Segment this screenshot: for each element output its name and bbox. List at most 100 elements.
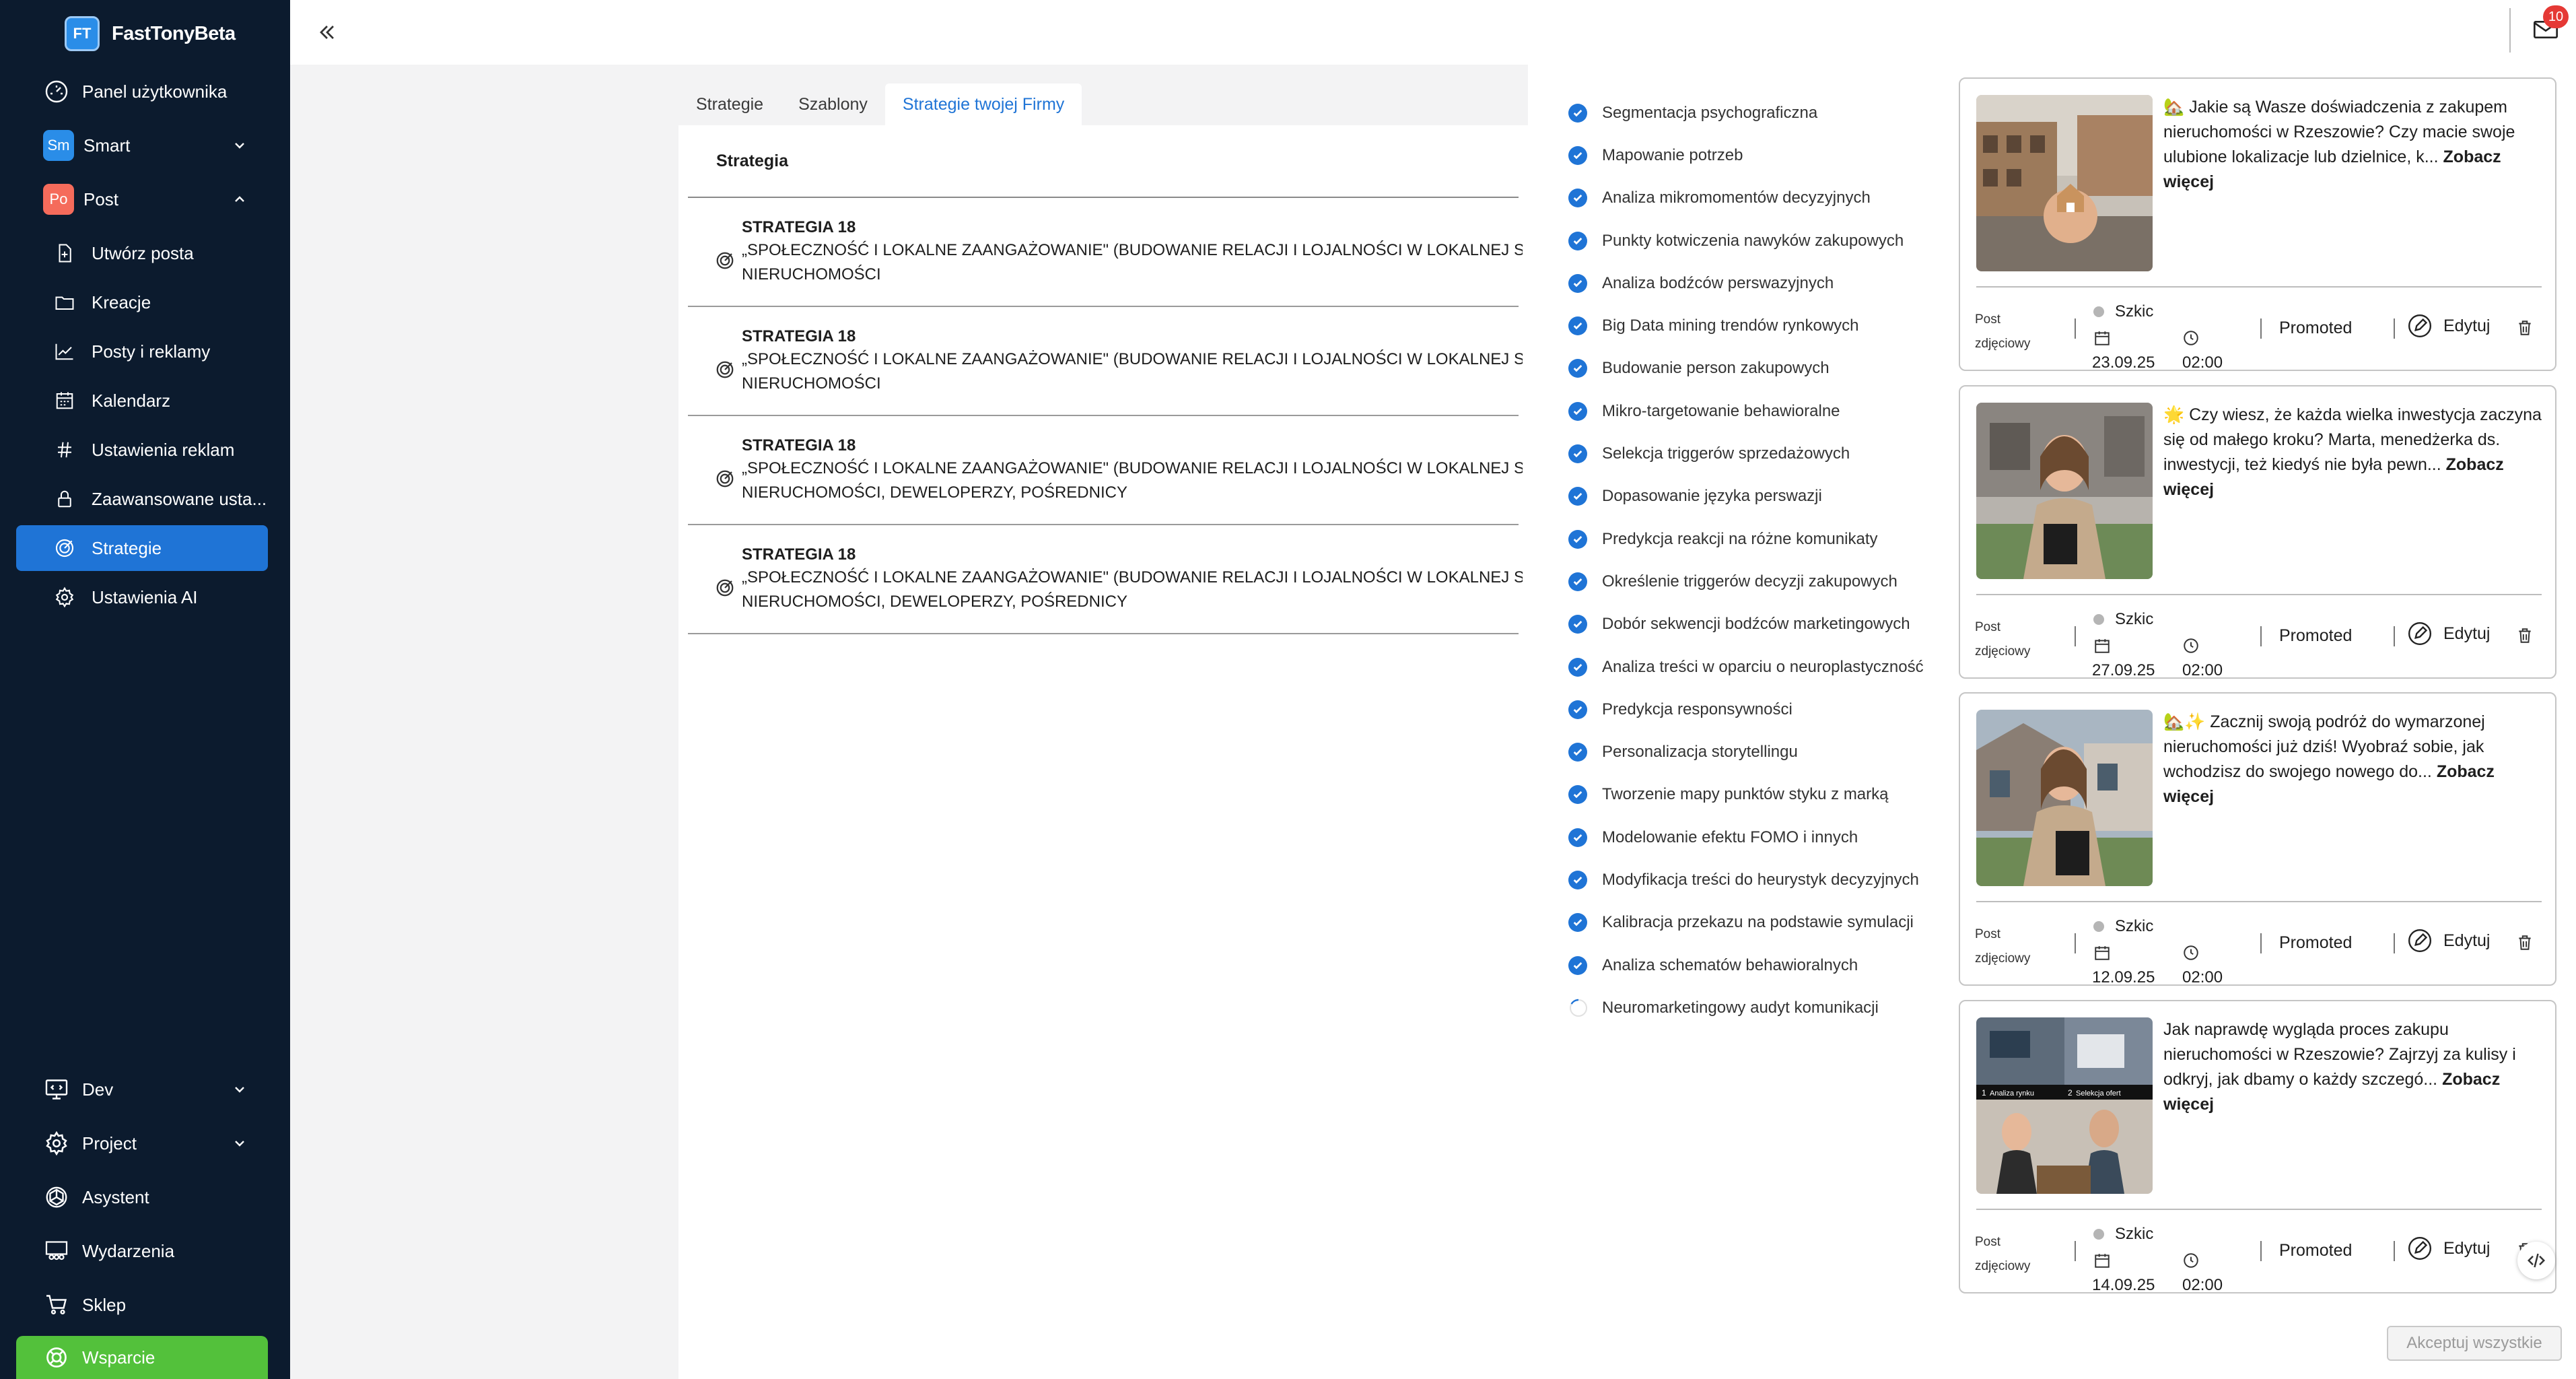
pencil-circle-icon xyxy=(2407,1236,2433,1261)
sidebar-item-assistant[interactable]: Asystent xyxy=(16,1174,268,1220)
row-title: STRATEGIA 18 xyxy=(742,436,856,455)
sidebar-item-ad-settings[interactable]: Ustawienia reklam xyxy=(16,427,268,473)
post-image[interactable] xyxy=(1976,710,2153,886)
tab-szablony[interactable]: Szablony xyxy=(781,83,885,125)
check-circle-icon xyxy=(1568,487,1587,506)
post-card[interactable]: 🏡✨ Zacznij swoją podróż do wymarzonej ni… xyxy=(1959,692,2556,986)
clock-icon xyxy=(2182,329,2200,347)
edit-button[interactable]: Edytuj xyxy=(2407,621,2490,646)
sidebar-item-kreacje[interactable]: Kreacje xyxy=(16,279,268,325)
row-title: STRATEGIA 18 xyxy=(742,545,856,564)
sidebar-item-advanced-settings[interactable]: Zaawansowane usta... xyxy=(16,476,268,522)
post-text: 🏡✨ Zacznij swoją podróż do wymarzonej ni… xyxy=(2163,710,2544,809)
sidebar-item-panel[interactable]: Panel użytkownika xyxy=(16,69,268,114)
sidebar-item-calendar[interactable]: Kalendarz xyxy=(16,378,268,424)
tab-company-strategies[interactable]: Strategie twojej Firmy xyxy=(884,83,1082,125)
table-row[interactable]: STRATEGIA 18 „SPOŁECZNOŚĆ I LOKALNE ZAAN… xyxy=(688,416,1523,525)
strategy-tabs: Strategie Szablony Strategie twojej Firm… xyxy=(678,83,1082,125)
step-item: Analiza bodźców perswazyjnych xyxy=(1568,262,1924,304)
post-image[interactable]: 1 Analiza rynku 2 Selekcja ofert xyxy=(1976,1017,2153,1194)
collapse-sidebar-icon[interactable] xyxy=(315,20,339,44)
check-circle-icon xyxy=(1568,743,1587,762)
accept-all-button[interactable]: Akceptuj wszystkie xyxy=(2387,1326,2562,1361)
table-row[interactable]: STRATEGIA 18 „SPOŁECZNOŚĆ I LOKALNE ZAAN… xyxy=(688,307,1523,416)
post-date: 27.09.25 xyxy=(2092,661,2155,679)
step-label: Modyfikacja treści do heurystyk decyzyjn… xyxy=(1602,870,1919,889)
step-label: Analiza mikromomentów decyzyjnych xyxy=(1602,189,1871,207)
cart-icon xyxy=(43,1291,70,1318)
sidebar-item-label: Strategie xyxy=(92,537,162,558)
tab-strategie[interactable]: Strategie xyxy=(678,83,781,125)
sidebar-item-post[interactable]: Po Post xyxy=(16,176,268,222)
clock-icon xyxy=(2182,1252,2200,1269)
promoted-label: Promoted xyxy=(2279,318,2353,337)
divider xyxy=(2394,1241,2395,1261)
step-item: Kalibracja przekazu na podstawie symulac… xyxy=(1568,902,1924,944)
step-label: Selekcja triggerów sprzedażowych xyxy=(1602,444,1850,463)
promoted-label: Promoted xyxy=(2279,626,2353,645)
post-image[interactable] xyxy=(1976,95,2153,271)
sidebar-item-create-post[interactable]: Utwórz posta xyxy=(16,230,268,276)
step-item: Punkty kotwiczenia nawyków zakupowych xyxy=(1568,220,1924,262)
sidebar-item-shop[interactable]: Sklep xyxy=(16,1282,268,1328)
brand-name: FastTonyBeta xyxy=(112,22,236,44)
row-description-cont: NIERUCHOMOŚCI xyxy=(742,265,881,283)
table-header: Strategia xyxy=(688,125,1519,198)
code-toggle-button[interactable] xyxy=(2517,1242,2555,1279)
brand-logo: FT xyxy=(65,16,100,51)
gear-icon xyxy=(43,1130,70,1157)
divider xyxy=(2075,318,2076,339)
post-card[interactable]: 🌟 Czy wiesz, że każda wielka inwestycja … xyxy=(1959,385,2556,679)
check-circle-icon xyxy=(1568,316,1587,336)
sidebar-item-dev[interactable]: Dev xyxy=(16,1067,268,1112)
step-label: Big Data mining trendów rynkowych xyxy=(1602,316,1859,335)
step-label: Mapowanie potrzeb xyxy=(1602,145,1743,164)
post-text: 🌟 Czy wiesz, że każda wielka inwestycja … xyxy=(2163,403,2544,502)
sidebar-item-label: Kalendarz xyxy=(92,390,171,411)
edit-button[interactable]: Edytuj xyxy=(2407,1236,2490,1261)
sidebar-item-ai-settings[interactable]: Ustawienia AI xyxy=(16,574,268,620)
step-label: Określenie triggerów decyzji zakupowych xyxy=(1602,572,1898,591)
brand[interactable]: FT FastTonyBeta xyxy=(65,16,236,51)
sidebar-item-project[interactable]: Project xyxy=(16,1120,268,1166)
table-row[interactable]: STRATEGIA 18 „SPOŁECZNOŚĆ I LOKALNE ZAAN… xyxy=(688,198,1523,307)
post-card[interactable]: 1 Analiza rynku 2 Selekcja ofert Jak naprawd… xyxy=(1959,1000,2556,1294)
sidebar-item-events[interactable]: Wydarzenia xyxy=(16,1228,268,1274)
promoted-label: Promoted xyxy=(2279,933,2353,952)
sidebar: FT FastTonyBeta Panel użytkownika Sm Sma… xyxy=(0,0,290,1379)
step-item: Analiza treści w oparciu o neuroplastycz… xyxy=(1568,646,1924,688)
sidebar-item-strategies[interactable]: Strategie xyxy=(16,525,268,571)
trash-icon[interactable] xyxy=(2516,626,2534,645)
calendar-icon xyxy=(2093,329,2111,347)
edit-button[interactable]: Edytuj xyxy=(2407,928,2490,953)
card-divider xyxy=(1976,1209,2542,1210)
chevron-down-icon xyxy=(232,1081,248,1098)
sidebar-item-label: Ustawienia AI xyxy=(92,586,198,607)
table-row[interactable]: STRATEGIA 18 „SPOŁECZNOŚĆ I LOKALNE ZAAN… xyxy=(688,525,1523,634)
divider xyxy=(2394,318,2395,339)
divider xyxy=(2260,933,2262,953)
step-label: Kalibracja przekazu na podstawie symulac… xyxy=(1602,913,1914,932)
trash-icon[interactable] xyxy=(2516,933,2534,952)
step-label: Budowanie person zakupowych xyxy=(1602,359,1830,378)
check-circle-icon xyxy=(1568,572,1587,591)
divider xyxy=(2260,1241,2262,1261)
check-circle-icon xyxy=(1568,700,1587,719)
status-dot xyxy=(2093,614,2104,625)
post-time: 02:00 xyxy=(2182,354,2223,372)
sidebar-item-support[interactable]: Wsparcie xyxy=(16,1336,268,1379)
check-circle-icon xyxy=(1568,145,1587,165)
status-label: Szkic xyxy=(2115,302,2154,321)
step-item: Modyfikacja treści do heurystyk decyzyjn… xyxy=(1568,859,1924,901)
edit-button[interactable]: Edytuj xyxy=(2407,313,2490,339)
openai-icon xyxy=(43,1184,70,1211)
sidebar-item-posts-ads[interactable]: Posty i reklamy xyxy=(16,329,268,374)
calendar-icon xyxy=(53,389,77,413)
post-image[interactable] xyxy=(1976,403,2153,579)
trash-icon[interactable] xyxy=(2516,318,2534,337)
status-badge: Szkic xyxy=(2093,917,2153,936)
sidebar-item-smart[interactable]: Sm Smart xyxy=(16,123,268,168)
post-card[interactable]: 🏡 Jakie są Wasze doświadczenia z zakupem… xyxy=(1959,77,2556,372)
status-badge: Szkic xyxy=(2093,302,2153,321)
users-icon xyxy=(43,1238,70,1265)
